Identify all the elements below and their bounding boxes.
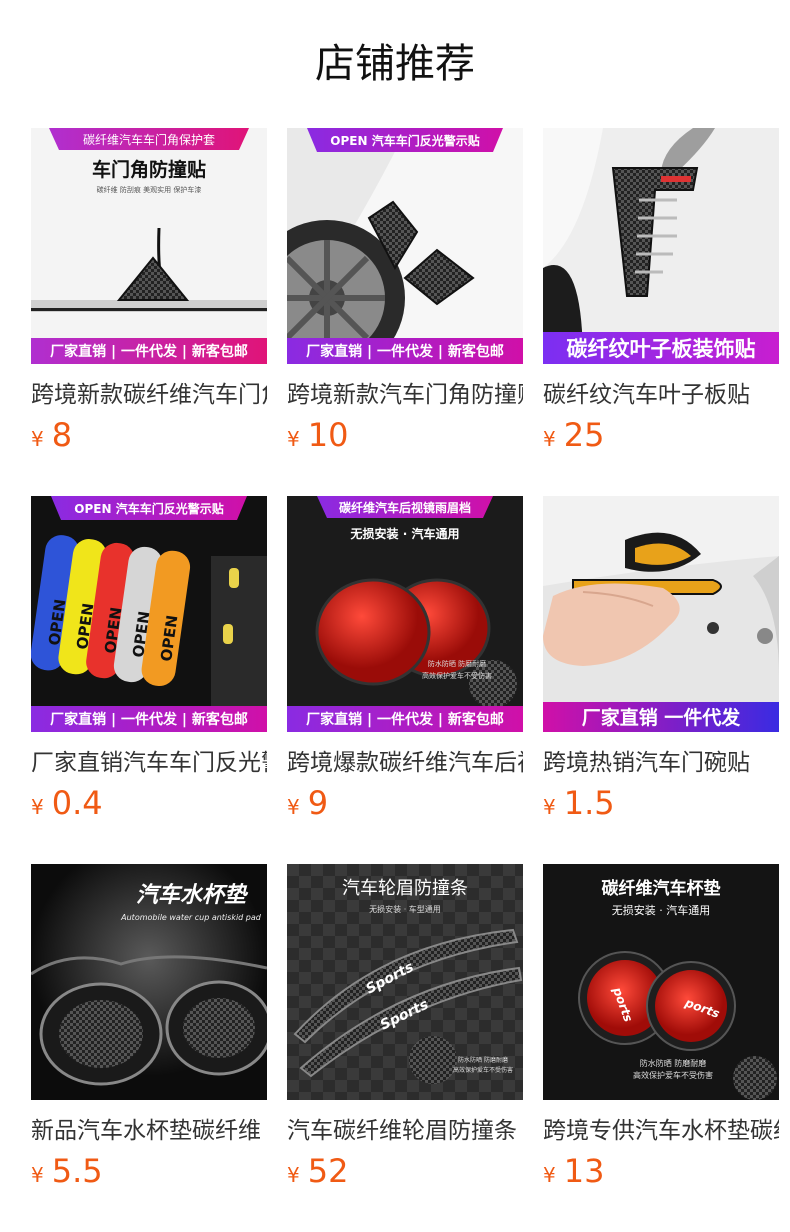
currency-symbol: ¥: [543, 795, 556, 819]
product-image[interactable]: 厂家直销 一件代发: [543, 496, 779, 732]
product-price: ¥52: [287, 1152, 348, 1196]
image-top-banner: OPEN 汽车车门反光警示贴: [330, 133, 479, 148]
product-image[interactable]: 碳纤纹叶子板装饰贴: [543, 128, 779, 364]
currency-symbol: ¥: [31, 795, 44, 819]
image-headline: 汽车轮眉防撞条: [342, 878, 468, 899]
product-name[interactable]: 跨境热销汽车门碗贴: [543, 746, 779, 780]
product-card[interactable]: 汽车轮眉防撞条 无损安装 · 车型通用 Sports Sports 防水防晒 防…: [287, 864, 523, 1204]
product-image[interactable]: 汽车轮眉防撞条 无损安装 · 车型通用 Sports Sports 防水防晒 防…: [287, 864, 523, 1100]
product-card[interactable]: 碳纤维汽车车门角保护套 车门角防撞贴 碳纤维 防刮痕 美观实用 保护车漆 厂家直…: [31, 128, 267, 468]
product-image[interactable]: 碳纤维汽车杯垫 无损安装 · 汽车通用 ports ports 防水防晒 防磨耐…: [543, 864, 779, 1100]
currency-symbol: ¥: [31, 427, 44, 451]
image-headline: 汽车水杯垫: [136, 882, 249, 908]
image-subline: 碳纤维 防刮痕 美观实用 保护车漆: [97, 185, 202, 194]
image-bottom-banner: 厂家直销 | 一件代发 | 新客包邮: [306, 711, 504, 728]
image-subline: 无损安装 · 汽车通用: [612, 903, 711, 917]
product-card[interactable]: 厂家直销 一件代发 跨境热销汽车门碗贴 ¥1.5: [543, 496, 779, 836]
product-image[interactable]: 无损安装 · 汽车通用 防水防晒 防磨耐磨 高效保护爱车不受伤害 碳纤维汽车后视…: [287, 496, 523, 732]
currency-symbol: ¥: [287, 427, 300, 451]
product-image[interactable]: OPEN 汽车车门反光警示贴 厂家直销 | 一件代发 | 新客包邮: [287, 128, 523, 364]
product-card[interactable]: 汽车水杯垫 Automobile water cup antiskid pad …: [31, 864, 267, 1204]
price-value: 0.4: [51, 784, 103, 822]
image-feature: 防水防晒 防磨耐磨: [428, 659, 486, 668]
product-price: ¥25: [543, 416, 604, 460]
price-value: 1.5: [563, 784, 615, 822]
product-image[interactable]: OPEN OPEN OPEN OPEN OPEN OPEN 汽车车门反光警示贴 …: [31, 496, 267, 732]
image-headline: 碳纤维汽车杯垫: [602, 878, 721, 899]
product-image[interactable]: 碳纤维汽车车门角保护套 车门角防撞贴 碳纤维 防刮痕 美观实用 保护车漆 厂家直…: [31, 128, 267, 364]
price-value: 52: [307, 1152, 349, 1190]
image-top-banner: 碳纤维汽车车门角保护套: [83, 132, 215, 147]
image-bottom-banner: 厂家直销 | 一件代发 | 新客包邮: [50, 343, 248, 360]
price-value: 5.5: [51, 1152, 103, 1190]
image-bottom-banner: 厂家直销 | 一件代发 | 新客包邮: [50, 711, 248, 728]
image-bottom-banner: 厂家直销 一件代发: [582, 706, 742, 729]
image-feature: 高效保护爱车不受伤害: [422, 671, 492, 680]
product-card[interactable]: 碳纤纹叶子板装饰贴 碳纤纹汽车叶子板贴 ¥25: [543, 128, 779, 468]
currency-symbol: ¥: [543, 1163, 556, 1187]
price-value: 25: [563, 416, 605, 454]
price-value: 8: [51, 416, 73, 454]
image-feature: 防水防晒 防磨耐磨: [458, 1056, 508, 1064]
product-price: ¥1.5: [543, 784, 615, 828]
product-price: ¥10: [287, 416, 348, 460]
image-bottom-banner: 厂家直销 | 一件代发 | 新客包邮: [306, 343, 504, 360]
price-value: 10: [307, 416, 349, 454]
product-card[interactable]: OPEN 汽车车门反光警示贴 厂家直销 | 一件代发 | 新客包邮 跨境新款汽车…: [287, 128, 523, 468]
product-image[interactable]: 汽车水杯垫 Automobile water cup antiskid pad: [31, 864, 267, 1100]
price-value: 13: [563, 1152, 605, 1190]
page-title: 店铺推荐: [315, 41, 475, 87]
product-name[interactable]: 厂家直销汽车车门反光警示贴: [31, 746, 267, 780]
product-price: ¥8: [31, 416, 72, 460]
product-price: ¥9: [287, 784, 328, 828]
image-feature: 防水防晒 防磨耐磨: [640, 1058, 707, 1068]
product-name[interactable]: 跨境新款汽车门角防撞贴: [287, 378, 523, 412]
product-price: ¥13: [543, 1152, 604, 1196]
image-bottom-banner: 碳纤纹叶子板装饰贴: [567, 337, 756, 361]
product-card[interactable]: 无损安装 · 汽车通用 防水防晒 防磨耐磨 高效保护爱车不受伤害 碳纤维汽车后视…: [287, 496, 523, 836]
price-value: 9: [307, 784, 329, 822]
product-name[interactable]: 汽车碳纤维轮眉防撞条: [287, 1114, 523, 1148]
currency-symbol: ¥: [31, 1163, 44, 1187]
image-headline: 无损安装 · 汽车通用: [350, 526, 460, 541]
image-subline: 无损安装 · 车型通用: [369, 904, 441, 914]
image-headline: 车门角防撞贴: [92, 158, 206, 181]
product-price: ¥5.5: [31, 1152, 103, 1196]
image-feature: 高效保护爱车不受伤害: [633, 1070, 713, 1080]
image-top-banner: 碳纤维汽车后视镜雨眉档: [339, 500, 471, 515]
currency-symbol: ¥: [543, 427, 556, 451]
product-card[interactable]: 碳纤维汽车杯垫 无损安装 · 汽车通用 ports ports 防水防晒 防磨耐…: [543, 864, 779, 1204]
product-name[interactable]: 跨境爆款碳纤维汽车后视镜雨眉: [287, 746, 523, 780]
image-subline: Automobile water cup antiskid pad: [120, 913, 262, 922]
product-name[interactable]: 跨境专供汽车水杯垫碳纤维: [543, 1114, 779, 1148]
currency-symbol: ¥: [287, 1163, 300, 1187]
product-name[interactable]: 跨境新款碳纤维汽车门角防撞贴: [31, 378, 267, 412]
currency-symbol: ¥: [287, 795, 300, 819]
product-price: ¥0.4: [31, 784, 103, 828]
image-top-banner: OPEN 汽车车门反光警示贴: [74, 501, 223, 516]
product-name[interactable]: 碳纤纹汽车叶子板贴: [543, 378, 779, 412]
product-card[interactable]: OPEN OPEN OPEN OPEN OPEN OPEN 汽车车门反光警示贴 …: [31, 496, 267, 836]
product-name[interactable]: 新品汽车水杯垫碳纤维: [31, 1114, 267, 1148]
image-feature: 高效保护爱车不受伤害: [453, 1066, 513, 1074]
